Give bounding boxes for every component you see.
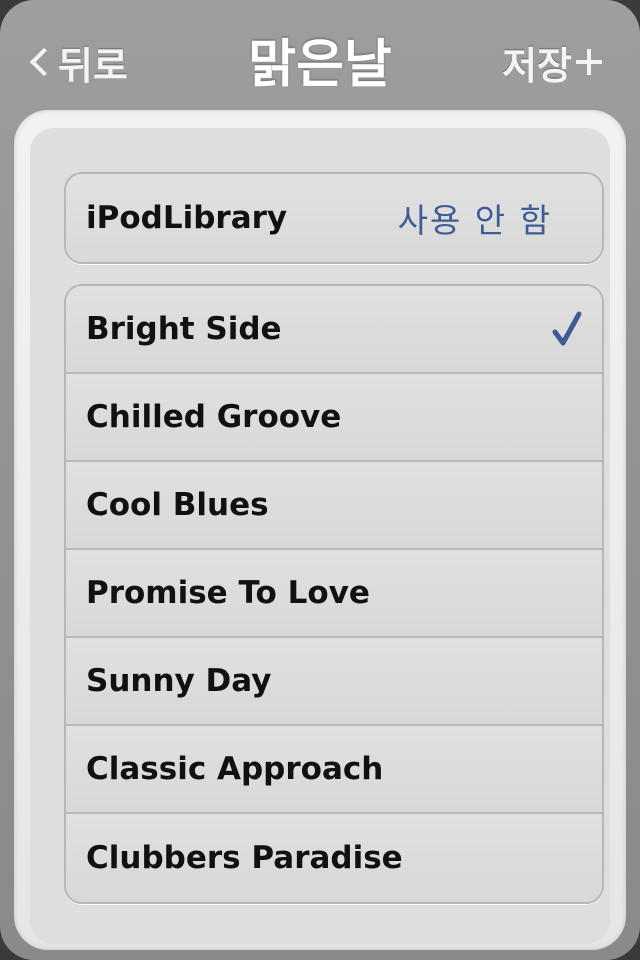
content-inner: iPodLibrary 사용 안 함 Bright Side Chilled G… — [30, 128, 610, 944]
track-name: Sunny Day — [86, 663, 272, 699]
track-name: Chilled Groove — [86, 399, 342, 435]
library-group: iPodLibrary 사용 안 함 — [64, 172, 604, 264]
track-name: Clubbers Paradise — [86, 840, 403, 876]
ipod-library-value: 사용 안 함 — [397, 201, 552, 240]
track-name: Classic Approach — [86, 751, 384, 787]
screen: 뒤로 맑은날 저장 iPodLibrary 사용 안 함 Bright Side — [0, 0, 640, 960]
track-row[interactable]: Promise To Love — [66, 550, 602, 638]
save-button[interactable]: 저장 — [502, 34, 602, 90]
track-list: Bright Side Chilled Groove Cool Blues Pr… — [64, 284, 604, 904]
track-name: Promise To Love — [86, 575, 370, 611]
navigation-bar: 뒤로 맑은날 저장 — [0, 0, 640, 110]
track-row[interactable]: Cool Blues — [66, 462, 602, 550]
plus-icon — [576, 49, 602, 75]
track-row[interactable]: Sunny Day — [66, 638, 602, 726]
ipod-library-label: iPodLibrary — [86, 200, 288, 236]
track-row[interactable]: Clubbers Paradise — [66, 814, 602, 902]
track-name: Cool Blues — [86, 487, 269, 523]
track-row[interactable]: Chilled Groove — [66, 374, 602, 462]
content-panel: iPodLibrary 사용 안 함 Bright Side Chilled G… — [14, 110, 626, 950]
ipod-library-row[interactable]: iPodLibrary 사용 안 함 — [66, 174, 602, 262]
save-button-label: 저장 — [502, 43, 572, 88]
checkmark-icon — [552, 311, 582, 346]
track-row[interactable]: Classic Approach — [66, 726, 602, 814]
track-name: Bright Side — [86, 311, 282, 347]
track-row[interactable]: Bright Side — [66, 286, 602, 374]
